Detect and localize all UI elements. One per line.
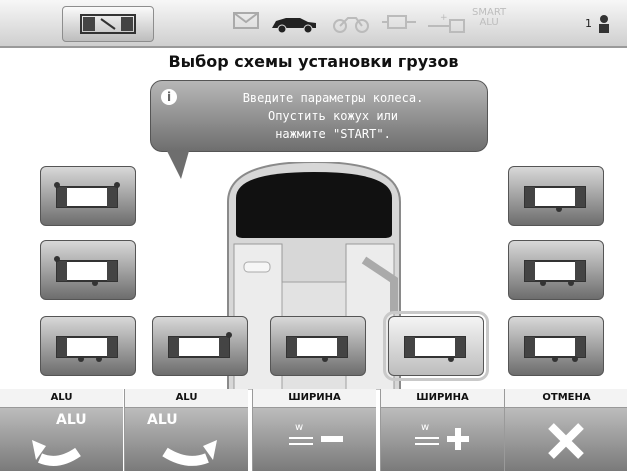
cancel-icon: [548, 423, 584, 459]
alu-rotate-left-button[interactable]: ALU ALU: [0, 389, 123, 471]
alu-scheme-tile-5[interactable]: [270, 316, 366, 376]
alu-scheme-2-icon: [54, 256, 118, 286]
alu-scheme-6-icon: [404, 336, 466, 362]
message-bubble: i Введите параметры колеса. Опустить кож…: [150, 80, 488, 179]
button-label: ОТМЕНА: [505, 389, 627, 408]
smart-alu-indicator: SMART ALU: [472, 7, 507, 28]
svg-text:w: w: [295, 422, 303, 433]
alu-scheme-5-icon: [286, 336, 348, 362]
alu-scheme-tile-9[interactable]: [508, 316, 604, 376]
rotate-right-icon: [162, 440, 217, 466]
operator-number: 1: [585, 17, 592, 30]
width-plus-icon: w: [415, 422, 469, 450]
button-label: ALU: [0, 389, 123, 408]
operator-indicator[interactable]: 1: [585, 14, 612, 34]
width-plus-button[interactable]: ШИРИНА w: [380, 389, 504, 471]
button-label: ALU: [125, 389, 248, 408]
alu-scheme-1-icon: [54, 182, 120, 208]
alu-face-text: ALU: [147, 412, 178, 428]
balancing-machine-icon[interactable]: [62, 6, 154, 42]
motorcycle-icon: [333, 17, 369, 33]
alu-rotate-right-button[interactable]: ALU ALU: [124, 389, 248, 471]
alu-scheme-8-icon: [524, 260, 586, 286]
alu-scheme-tile-3[interactable]: [40, 316, 136, 376]
alu-scheme-4-icon: [168, 332, 232, 358]
alu-scheme-tile-4[interactable]: [152, 316, 248, 376]
alu-scheme-tile-6[interactable]: [383, 311, 489, 381]
bottom-button-bar: ALU ALU ALU ALU ШИРИНА w ШИРИНА w ОТМЕНА: [0, 389, 627, 471]
battery-icon: [382, 15, 416, 29]
alu-scheme-tile-2[interactable]: [40, 240, 136, 300]
button-label: ШИРИНА: [381, 389, 504, 408]
top-bar: + SMART ALU 1: [0, 0, 627, 48]
svg-text:w: w: [421, 422, 429, 433]
alu-scheme-tile-1[interactable]: [40, 166, 136, 226]
width-minus-button[interactable]: ШИРИНА w: [252, 389, 376, 471]
mail-icon: [233, 12, 259, 29]
alu-face-text: ALU: [56, 412, 87, 428]
page-title: Выбор схемы установки грузов: [168, 52, 459, 71]
alu-scheme-tile-8[interactable]: [508, 240, 604, 300]
alu-scheme-9-icon: [524, 336, 586, 362]
svg-text:+: +: [440, 13, 448, 23]
car-icon: [272, 18, 316, 34]
alu-scheme-7-icon: [524, 186, 586, 212]
cancel-button[interactable]: ОТМЕНА: [504, 389, 627, 471]
width-minus-icon: w: [289, 422, 343, 445]
alu-scheme-tile-7[interactable]: [508, 166, 604, 226]
alu-scheme-3-icon: [56, 336, 118, 362]
info-icon: i: [161, 89, 177, 105]
button-label: ШИРИНА: [253, 389, 376, 408]
operator-icon: [598, 15, 609, 33]
weight-icon: +: [428, 13, 465, 33]
message-text: Введите параметры колеса. Опустить кожух…: [242, 91, 424, 141]
